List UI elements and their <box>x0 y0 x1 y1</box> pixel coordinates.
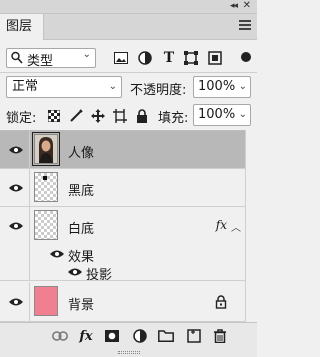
chevron-up-icon[interactable]: ︿ <box>231 219 241 234</box>
chevron-down-icon[interactable]: ⌄ <box>239 105 247 125</box>
eye-icon[interactable] <box>9 297 23 307</box>
blend-row: 正常 ⌄ 不透明度: 100% ⌄ <box>0 76 257 100</box>
blend-mode-select[interactable]: 正常 ⌄ <box>6 76 122 98</box>
visibility-column <box>0 131 30 168</box>
visibility-column <box>0 245 30 263</box>
chevron-down-icon[interactable]: ⌄ <box>239 77 247 97</box>
layer-thumbnail <box>32 132 60 166</box>
adjustment-filter-icon[interactable] <box>136 50 154 66</box>
lock-icon <box>215 295 227 309</box>
layer-filter-row: 类型 ⌄ T <box>0 40 257 72</box>
panel-title-strip: ◂◂ ✕ <box>0 0 257 14</box>
black-mark <box>43 176 47 180</box>
search-icon <box>11 51 23 64</box>
layer-thumbnail <box>34 172 58 202</box>
opacity-input[interactable]: 100% ⌄ <box>193 76 251 98</box>
filter-kind-select[interactable]: 类型 ⌄ <box>6 48 96 69</box>
new-layer-icon[interactable] <box>186 328 202 344</box>
layer-fx-badge[interactable]: fx <box>216 218 227 232</box>
lock-row: 锁定: 填充: 100% ⌄ <box>0 104 257 128</box>
panel-tab-bar: 图层 <box>0 14 257 40</box>
opacity-label: 不透明度: <box>130 83 187 98</box>
chevron-down-icon: ⌄ <box>82 49 91 60</box>
lock-position-icon[interactable] <box>90 108 106 124</box>
add-mask-icon[interactable] <box>104 328 120 344</box>
effect-row-drop-shadow[interactable]: 投影 <box>0 263 245 283</box>
eye-icon[interactable] <box>9 183 23 193</box>
delete-layer-icon[interactable] <box>212 328 228 344</box>
layer-row-white-bg[interactable]: 白底 fx ︿ <box>0 207 245 245</box>
opacity-value: 100% <box>198 79 236 94</box>
lock-artboard-icon[interactable] <box>112 108 128 124</box>
tab-layers-label: 图层 <box>6 19 33 34</box>
lock-all-icon[interactable] <box>134 108 150 124</box>
visibility-column <box>0 263 30 281</box>
collapse-panel-icon[interactable]: ◂◂ <box>230 1 238 11</box>
eye-icon[interactable] <box>9 221 23 231</box>
layers-list: 人像 黑底 白底 fx ︿ 效果 投影 背景 <box>0 130 257 322</box>
fill-value: 100% <box>198 107 236 122</box>
new-group-icon[interactable] <box>158 328 174 344</box>
effects-group-row[interactable]: 效果 <box>0 245 245 265</box>
panel-menu-icon[interactable] <box>239 20 251 32</box>
eye-icon[interactable] <box>68 267 82 277</box>
new-adjustment-layer-icon[interactable] <box>132 328 148 344</box>
eye-icon[interactable] <box>50 249 64 259</box>
pixel-filter-icon[interactable] <box>112 50 130 66</box>
layer-row-black-bg[interactable]: 黑底 <box>0 169 245 207</box>
link-layers-icon[interactable] <box>52 328 68 344</box>
tab-layers[interactable]: 图层 <box>0 14 44 40</box>
eye-icon[interactable] <box>9 145 23 155</box>
filter-kind-label: 类型 <box>27 54 54 69</box>
type-filter-icon[interactable]: T <box>160 50 178 66</box>
close-panel-icon[interactable]: ✕ <box>243 0 251 11</box>
portrait-thumbnail-image <box>35 135 57 163</box>
fill-label: 填充: <box>158 111 189 126</box>
layer-name[interactable]: 黑底 <box>68 180 94 199</box>
lock-pixels-icon[interactable] <box>68 108 84 124</box>
layer-name[interactable]: 人像 <box>68 142 94 161</box>
effect-name: 投影 <box>86 268 113 283</box>
blend-mode-value: 正常 <box>12 79 39 94</box>
layers-scrollbar[interactable] <box>245 130 257 322</box>
filter-toggle-icon[interactable] <box>241 52 251 62</box>
chevron-down-icon: ⌄ <box>108 81 117 92</box>
shape-filter-icon[interactable] <box>182 50 200 66</box>
layer-thumbnail <box>34 286 58 316</box>
panel-resize-grip[interactable] <box>0 348 257 357</box>
lock-label: 锁定: <box>6 111 37 126</box>
fill-input[interactable]: 100% ⌄ <box>193 104 251 126</box>
layer-row-background[interactable]: 背景 <box>0 282 245 322</box>
layers-bottom-toolbar: fx <box>0 322 257 348</box>
layer-name[interactable]: 白底 <box>68 218 94 237</box>
fx-icon[interactable]: fx <box>78 328 94 344</box>
visibility-column <box>0 207 30 245</box>
layer-thumbnail <box>34 210 58 240</box>
divider <box>0 72 257 73</box>
lock-transparency-icon[interactable] <box>46 108 62 124</box>
smart-object-filter-icon[interactable] <box>206 50 224 66</box>
visibility-column <box>0 169 30 206</box>
layer-row-portrait[interactable]: 人像 <box>0 131 245 169</box>
layer-name[interactable]: 背景 <box>68 294 94 313</box>
visibility-column <box>0 282 30 321</box>
